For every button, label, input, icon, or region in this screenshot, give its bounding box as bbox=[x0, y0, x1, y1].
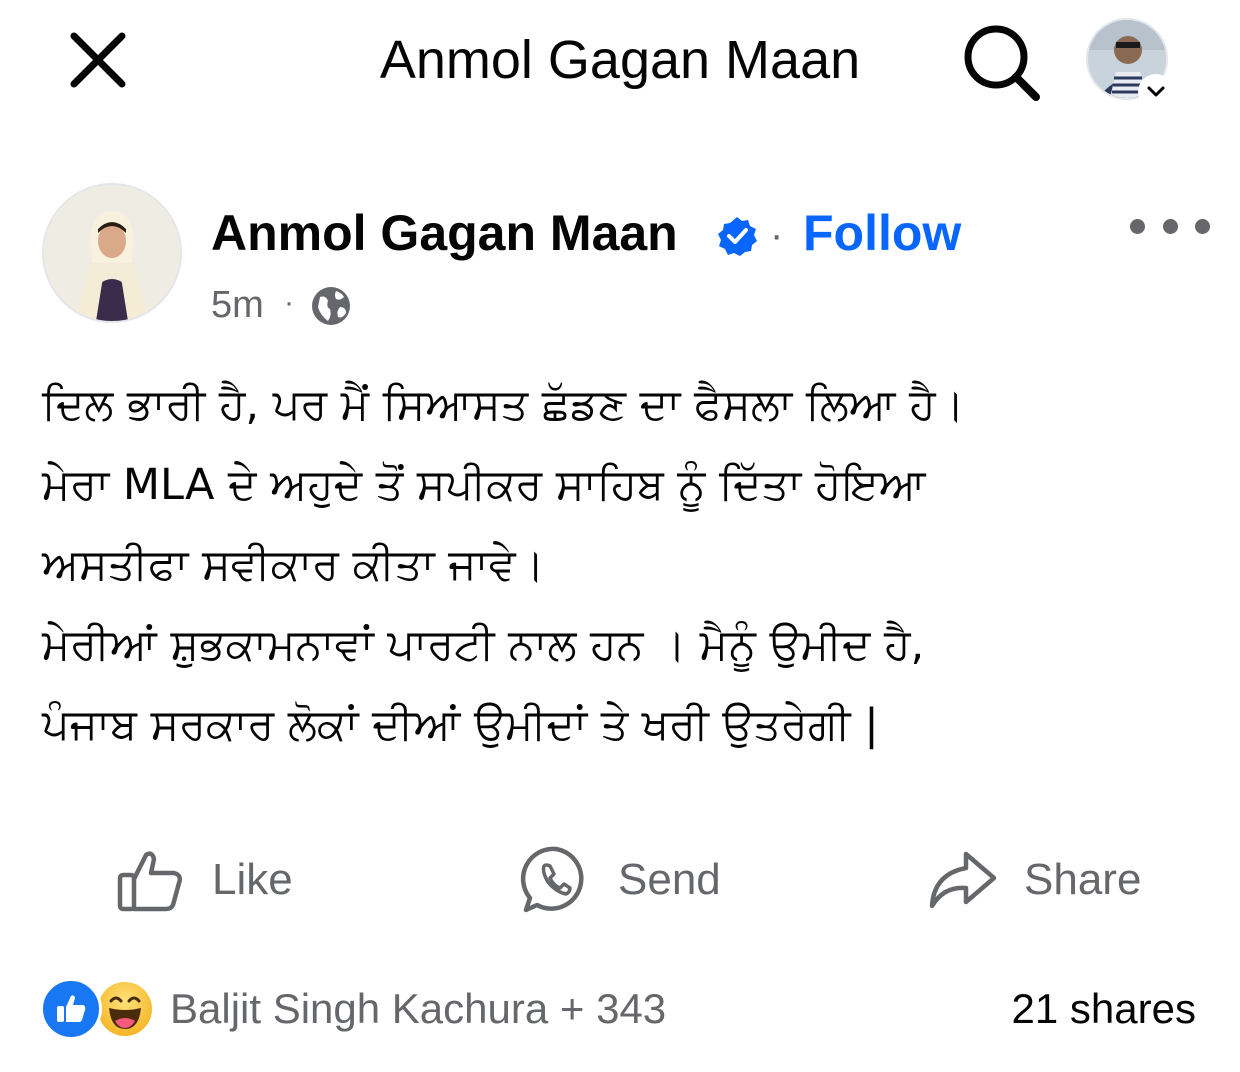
share-arrow-icon bbox=[929, 851, 997, 909]
post-text-line: ਪੰਜਾਬ ਸਰਕਾਰ ਲੋਕਾਂ ਦੀਆਂ ਉਮੀਦਾਂ ਤੇ ਖਰੀ ਉਤਰ… bbox=[42, 700, 879, 750]
close-button[interactable] bbox=[60, 25, 136, 95]
globe-icon bbox=[312, 287, 350, 325]
post-text-line: ਦਿਲ ਭਾਰੀ ਹੈ, ਪਰ ਮੈਂ ਸਿਆਸਤ ਛੱਡਣ ਦਾ ਫੈਸਲਾ … bbox=[42, 380, 965, 430]
post-text-line: ਮੇਰਾ MLA ਦੇ ਅਹੁਦੇ ਤੋਂ ਸਪੀਕਰ ਸਾਹਿਬ ਨੂੰ ਦਿ… bbox=[42, 460, 926, 510]
like-button[interactable]: Like bbox=[116, 840, 293, 920]
close-icon bbox=[70, 32, 126, 88]
more-dot-icon bbox=[1130, 218, 1145, 234]
more-dot-icon bbox=[1162, 218, 1178, 234]
author-avatar[interactable] bbox=[42, 183, 182, 323]
send-button[interactable]: Send bbox=[520, 840, 721, 920]
post-text: ਦਿਲ ਭਾਰੀ ਹੈ, ਪਰ ਮੈਂ ਸਿਆਸਤ ਛੱਡਣ ਦਾ ਫੈਸਲਾ … bbox=[42, 365, 1212, 765]
author-name[interactable]: Anmol Gagan Maan bbox=[211, 201, 678, 265]
send-label: Send bbox=[618, 855, 721, 904]
verified-badge-icon bbox=[718, 217, 757, 256]
post-text-line: ਮੇਰੀਆਂ ਸ਼ੁਭਕਾਮਨਾਵਾਂ ਪਾਰਟੀ ਨਾਲ ਹਨ । ਮੈਨੂੰ… bbox=[42, 620, 925, 670]
like-label: Like bbox=[212, 855, 293, 904]
thumbs-up-icon bbox=[117, 851, 183, 912]
dot-separator: · bbox=[770, 213, 784, 257]
share-label: Share bbox=[1024, 855, 1142, 904]
post-text-line: ਅਸਤੀਫਾ ਸਵੀਕਾਰ ਕੀਤਾ ਜਾਵੇ। bbox=[42, 540, 545, 590]
reactions-summary[interactable]: Baljit Singh Kachura + 343 21 shares bbox=[0, 968, 1240, 1042]
more-options-button[interactable] bbox=[1130, 211, 1210, 241]
follow-button[interactable]: Follow bbox=[803, 201, 961, 265]
action-bar: Like Send Share bbox=[0, 830, 1240, 930]
top-bar: Anmol Gagan Maan bbox=[0, 0, 1240, 130]
share-button[interactable]: Share bbox=[926, 840, 1141, 920]
search-icon bbox=[964, 25, 1040, 101]
haha-reaction-icon bbox=[94, 978, 156, 1040]
like-reaction-icon bbox=[40, 978, 102, 1040]
whatsapp-icon bbox=[520, 846, 584, 913]
page-title: Anmol Gagan Maan bbox=[379, 30, 861, 90]
shares-count[interactable]: 21 shares bbox=[1012, 978, 1196, 1040]
account-switcher[interactable] bbox=[1082, 18, 1174, 108]
timestamp-separator: · bbox=[284, 286, 294, 319]
chevron-down-icon bbox=[1140, 76, 1172, 108]
post-header: Anmol Gagan Maan · Follow 5m · bbox=[0, 175, 1240, 355]
post-timestamp[interactable]: 5m bbox=[211, 281, 264, 329]
reactors-text[interactable]: Baljit Singh Kachura + 343 bbox=[170, 978, 666, 1040]
more-dot-icon bbox=[1195, 218, 1210, 234]
search-button[interactable] bbox=[958, 22, 1044, 102]
